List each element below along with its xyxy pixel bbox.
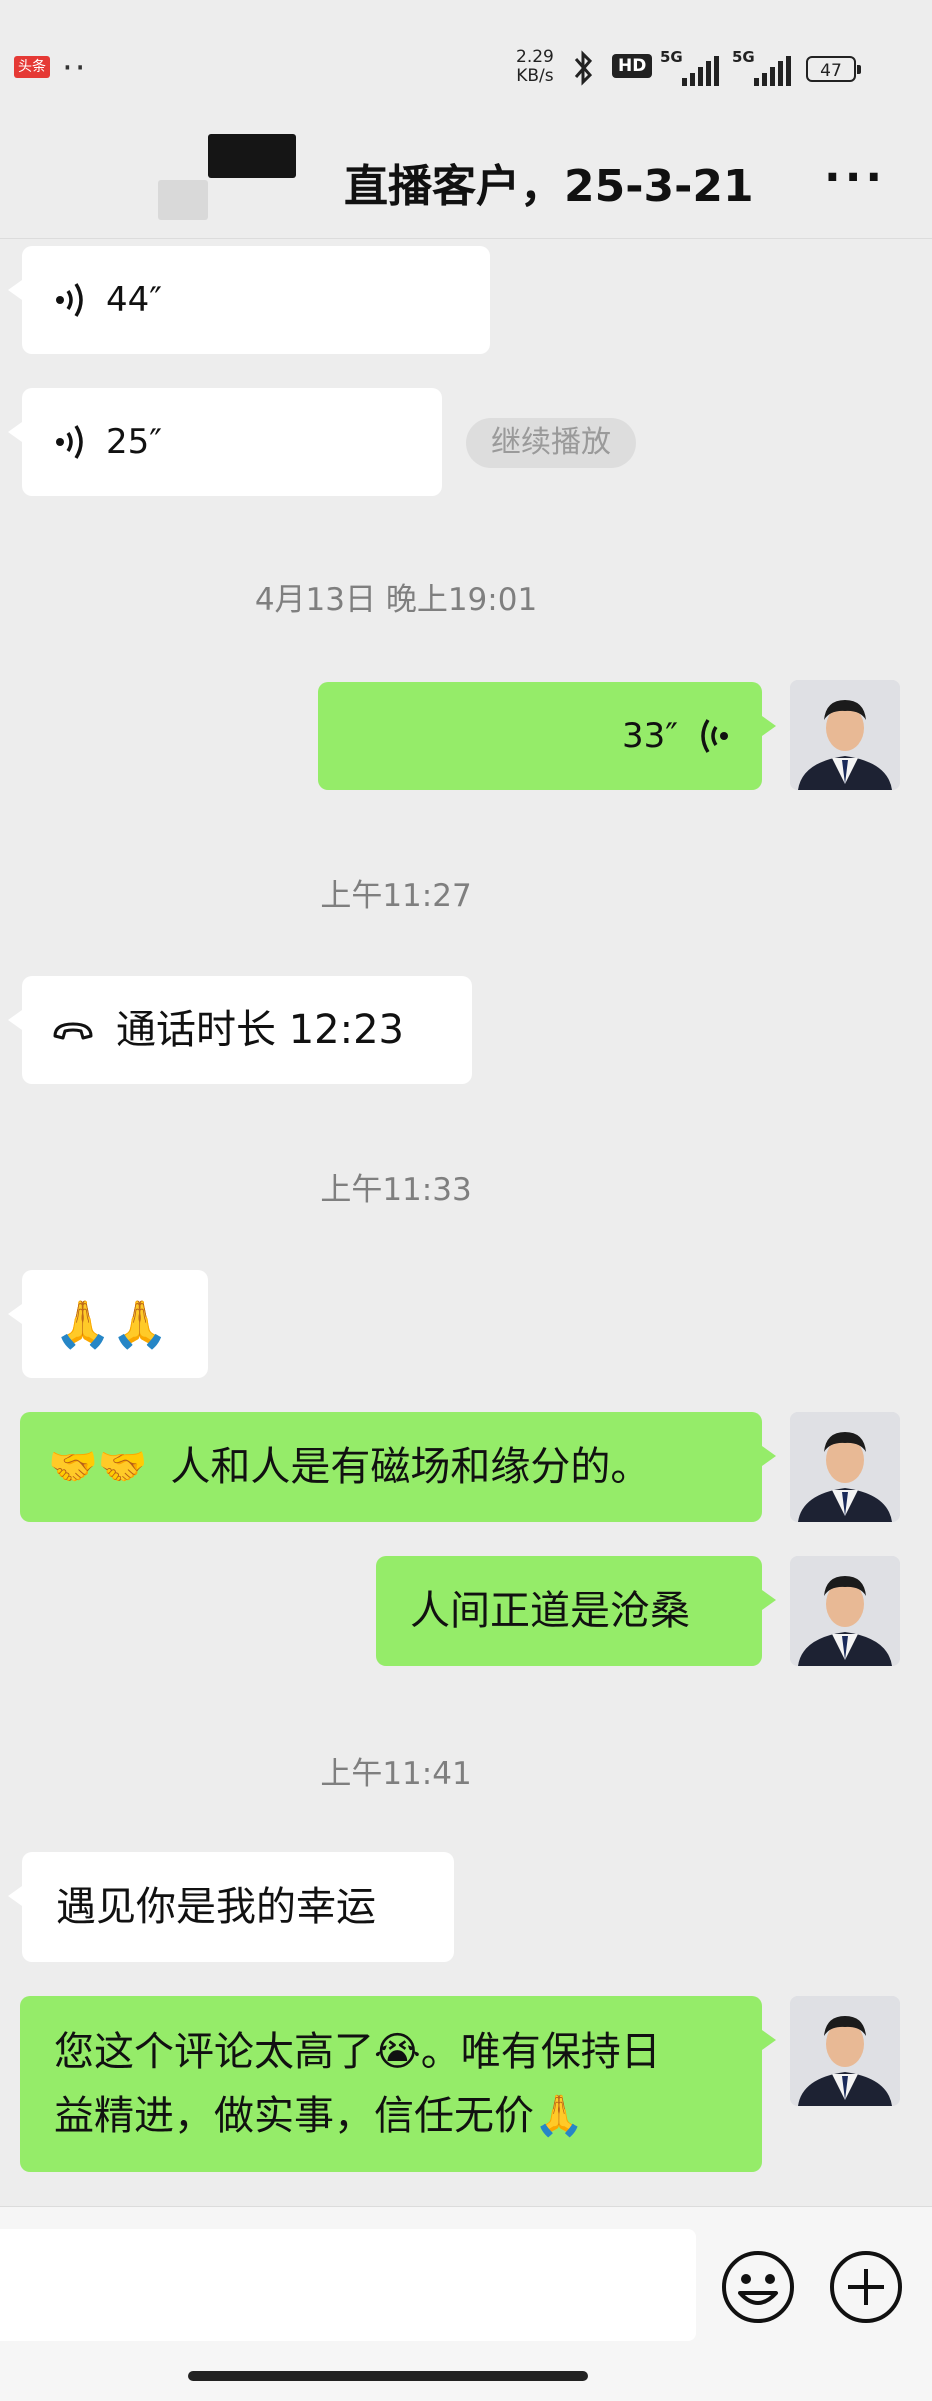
pray-emoji: 🙏 [534, 2093, 584, 2139]
phone-hangup-icon [53, 1022, 93, 1040]
message-text: 益精进，做实事，信任无价 [54, 2093, 534, 2139]
call-record-message[interactable]: 通话时长 12:23 [8, 976, 472, 1084]
avatar-image [790, 1412, 900, 1522]
emoji-message[interactable]: 🙏🙏 [8, 1270, 208, 1378]
timestamp: 4月13日 晚上19:01 [254, 582, 538, 618]
hd-icon: HD [612, 54, 653, 78]
avatar[interactable] [790, 1556, 900, 1666]
redacted-name-block [208, 134, 296, 178]
voice-message[interactable]: 25″ [8, 388, 442, 496]
message-line-2: 益精进，做实事，信任无价🙏 [54, 2084, 728, 2148]
voice-left-icon [56, 425, 83, 459]
voice-message[interactable]: 44″ [8, 246, 490, 354]
net-speed-value: 2.29 [516, 47, 554, 67]
call-duration-text: 通话时长 12:23 [116, 1007, 404, 1053]
message-input[interactable] [0, 2229, 696, 2341]
avatar[interactable] [790, 1412, 900, 1522]
text-message-self[interactable]: 人间正道是沧桑 [376, 1556, 776, 1666]
continue-play-button[interactable]: 继续播放 [466, 418, 636, 468]
voice-duration: 25″ [106, 422, 162, 462]
bluetooth-icon [574, 50, 593, 86]
voice-right-icon [701, 719, 728, 753]
voice-duration: 44″ [106, 280, 162, 320]
message-text: 。唯有保持日 [420, 2029, 661, 2075]
text-message-self[interactable]: 🤝🤝 人和人是有磁场和缘分的。 [20, 1412, 776, 1522]
net-speed-unit: KB/s [516, 66, 554, 86]
avatar[interactable] [790, 1996, 900, 2106]
message-line-1: 您这个评论太高了😭。唯有保持日 [54, 2020, 728, 2084]
avatar[interactable] [790, 680, 900, 790]
timestamp: 上午11:41 [320, 1756, 472, 1792]
chat-title: 直播客户，25-3-21 [344, 161, 754, 212]
avatar-image [790, 1996, 900, 2106]
timestamp: 上午11:27 [320, 878, 472, 914]
voice-left-icon [56, 283, 83, 317]
message-text: 人和人是有磁场和缘分的。 [170, 1444, 651, 1490]
text-message[interactable]: 遇见你是我的幸运 [8, 1852, 454, 1962]
text-message-self[interactable]: 您这个评论太高了😭。唯有保持日 益精进，做实事，信任无价🙏 [20, 1996, 776, 2172]
more-button[interactable]: ··· [824, 152, 886, 203]
timestamp: 上午11:33 [320, 1172, 472, 1208]
emoji-icon[interactable] [720, 2249, 796, 2325]
handshake-emoji: 🤝🤝 [48, 1444, 148, 1490]
header-divider [0, 238, 932, 239]
home-indicator[interactable] [188, 2371, 588, 2381]
message-text: 您这个评论太高了 [54, 2029, 374, 2075]
input-bar [0, 2206, 932, 2401]
avatar-image [790, 1556, 900, 1666]
avatar-image [790, 680, 900, 790]
voice-message-self[interactable]: 33″ [318, 682, 776, 790]
redacted-name-block-2 [158, 180, 208, 220]
network-speed: 2.29 KB/s [516, 48, 554, 86]
app-badge: 头条 [14, 56, 50, 78]
chat-header: 直播客户，25-3-21 ··· [0, 134, 932, 240]
status-more-icon: ·· [62, 48, 88, 88]
battery-icon: 47 [806, 56, 861, 82]
crying-emoji: 😭 [374, 2029, 421, 2075]
voice-duration: 33″ [622, 716, 678, 756]
plus-icon[interactable] [828, 2249, 904, 2325]
status-bar: 头条 ·· 2.29 KB/s HD 5G 5G 47 [0, 0, 932, 140]
